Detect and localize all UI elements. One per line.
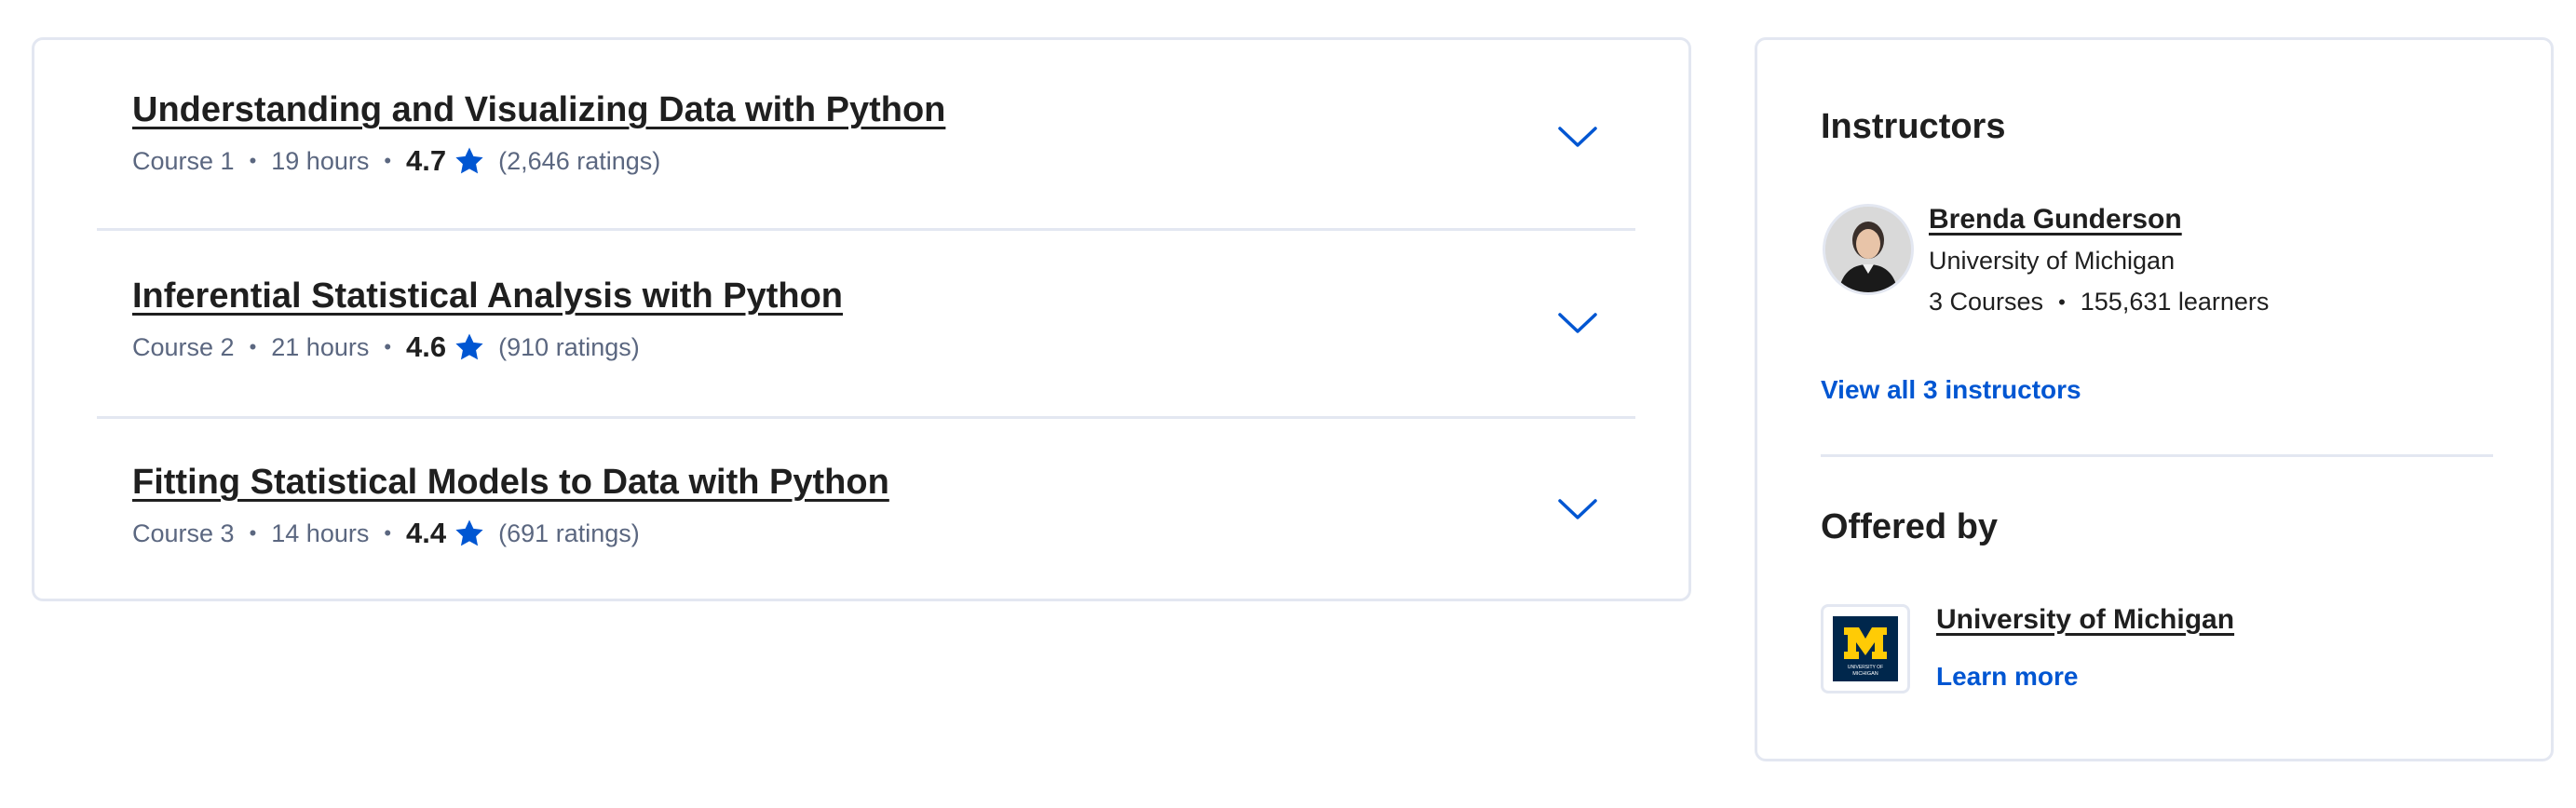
offered-by-name-link[interactable]: University of Michigan: [1936, 604, 2234, 636]
learn-more-link[interactable]: Learn more: [1936, 662, 2079, 692]
course-hours: 19 hours: [271, 146, 370, 175]
instructor-org: University of Michigan: [1929, 247, 2176, 275]
star-icon: [455, 519, 483, 546]
ratings-count: (691 ratings): [498, 518, 640, 547]
course-rating: 4.6: [406, 330, 447, 363]
separator-dot: •: [384, 521, 392, 545]
instructor-stats: 3 Courses • 155,631 learners: [1929, 288, 2269, 316]
separator-dot: •: [249, 335, 257, 358]
star-icon: [455, 147, 483, 174]
course-hours: 21 hours: [271, 332, 370, 361]
ratings-count: (2,646 ratings): [498, 146, 661, 175]
instructor-photo: [1825, 207, 1911, 292]
logo-text: MICHIGAN: [1852, 671, 1878, 677]
course-title-2[interactable]: Inferential Statistical Analysis with Py…: [132, 276, 843, 316]
separator-dot: •: [249, 149, 257, 172]
course-rating: 4.4: [406, 517, 447, 549]
course-row-1[interactable]: Understanding and Visualizing Data with …: [97, 40, 1635, 231]
course-meta-2: Course 2 • 21 hours • 4.6 (910 ratings): [132, 330, 640, 364]
course-row-2[interactable]: Inferential Statistical Analysis with Py…: [97, 228, 1635, 419]
course-meta-1: Course 1 • 19 hours • 4.7 (2,646 ratings…: [132, 144, 660, 178]
university-logo[interactable]: UNIVERSITY OF MICHIGAN: [1821, 604, 1910, 694]
university-logo-image: UNIVERSITY OF MICHIGAN: [1833, 616, 1898, 681]
chevron-down-icon[interactable]: [1557, 310, 1598, 336]
star-icon: [455, 333, 483, 360]
course-title-1[interactable]: Understanding and Visualizing Data with …: [132, 90, 945, 130]
course-meta-3: Course 3 • 14 hours • 4.4 (691 ratings): [132, 517, 640, 550]
separator-dot: •: [2058, 290, 2066, 314]
course-number: Course 1: [132, 146, 235, 175]
instructors-heading: Instructors: [1821, 107, 2006, 146]
logo-text: UNIVERSITY OF: [1848, 665, 1883, 670]
ratings-count: (910 ratings): [498, 332, 640, 361]
chevron-down-icon[interactable]: [1557, 496, 1598, 522]
separator-dot: •: [384, 149, 392, 172]
course-title-3[interactable]: Fitting Statistical Models to Data with …: [132, 463, 889, 503]
instructor-courses: 3 Courses: [1929, 288, 2044, 316]
course-hours: 14 hours: [271, 518, 370, 547]
avatar[interactable]: [1823, 204, 1914, 295]
separator-dot: •: [249, 521, 257, 545]
view-all-instructors-link[interactable]: View all 3 instructors: [1821, 375, 2081, 405]
course-row-3[interactable]: Fitting Statistical Models to Data with …: [97, 416, 1635, 604]
separator-dot: •: [384, 335, 392, 358]
courses-list-card: Understanding and Visualizing Data with …: [32, 37, 1691, 601]
chevron-down-icon[interactable]: [1557, 124, 1598, 150]
instructors-offered-card: Instructors Brenda Gunderson University …: [1755, 37, 2554, 761]
course-rating: 4.7: [406, 144, 447, 177]
course-number: Course 3: [132, 518, 235, 547]
instructor-name-link[interactable]: Brenda Gunderson: [1929, 204, 2182, 236]
course-number: Course 2: [132, 332, 235, 361]
instructor-learners: 155,631 learners: [2080, 288, 2270, 316]
offered-by-heading: Offered by: [1821, 507, 1999, 546]
divider: [1821, 454, 2493, 457]
